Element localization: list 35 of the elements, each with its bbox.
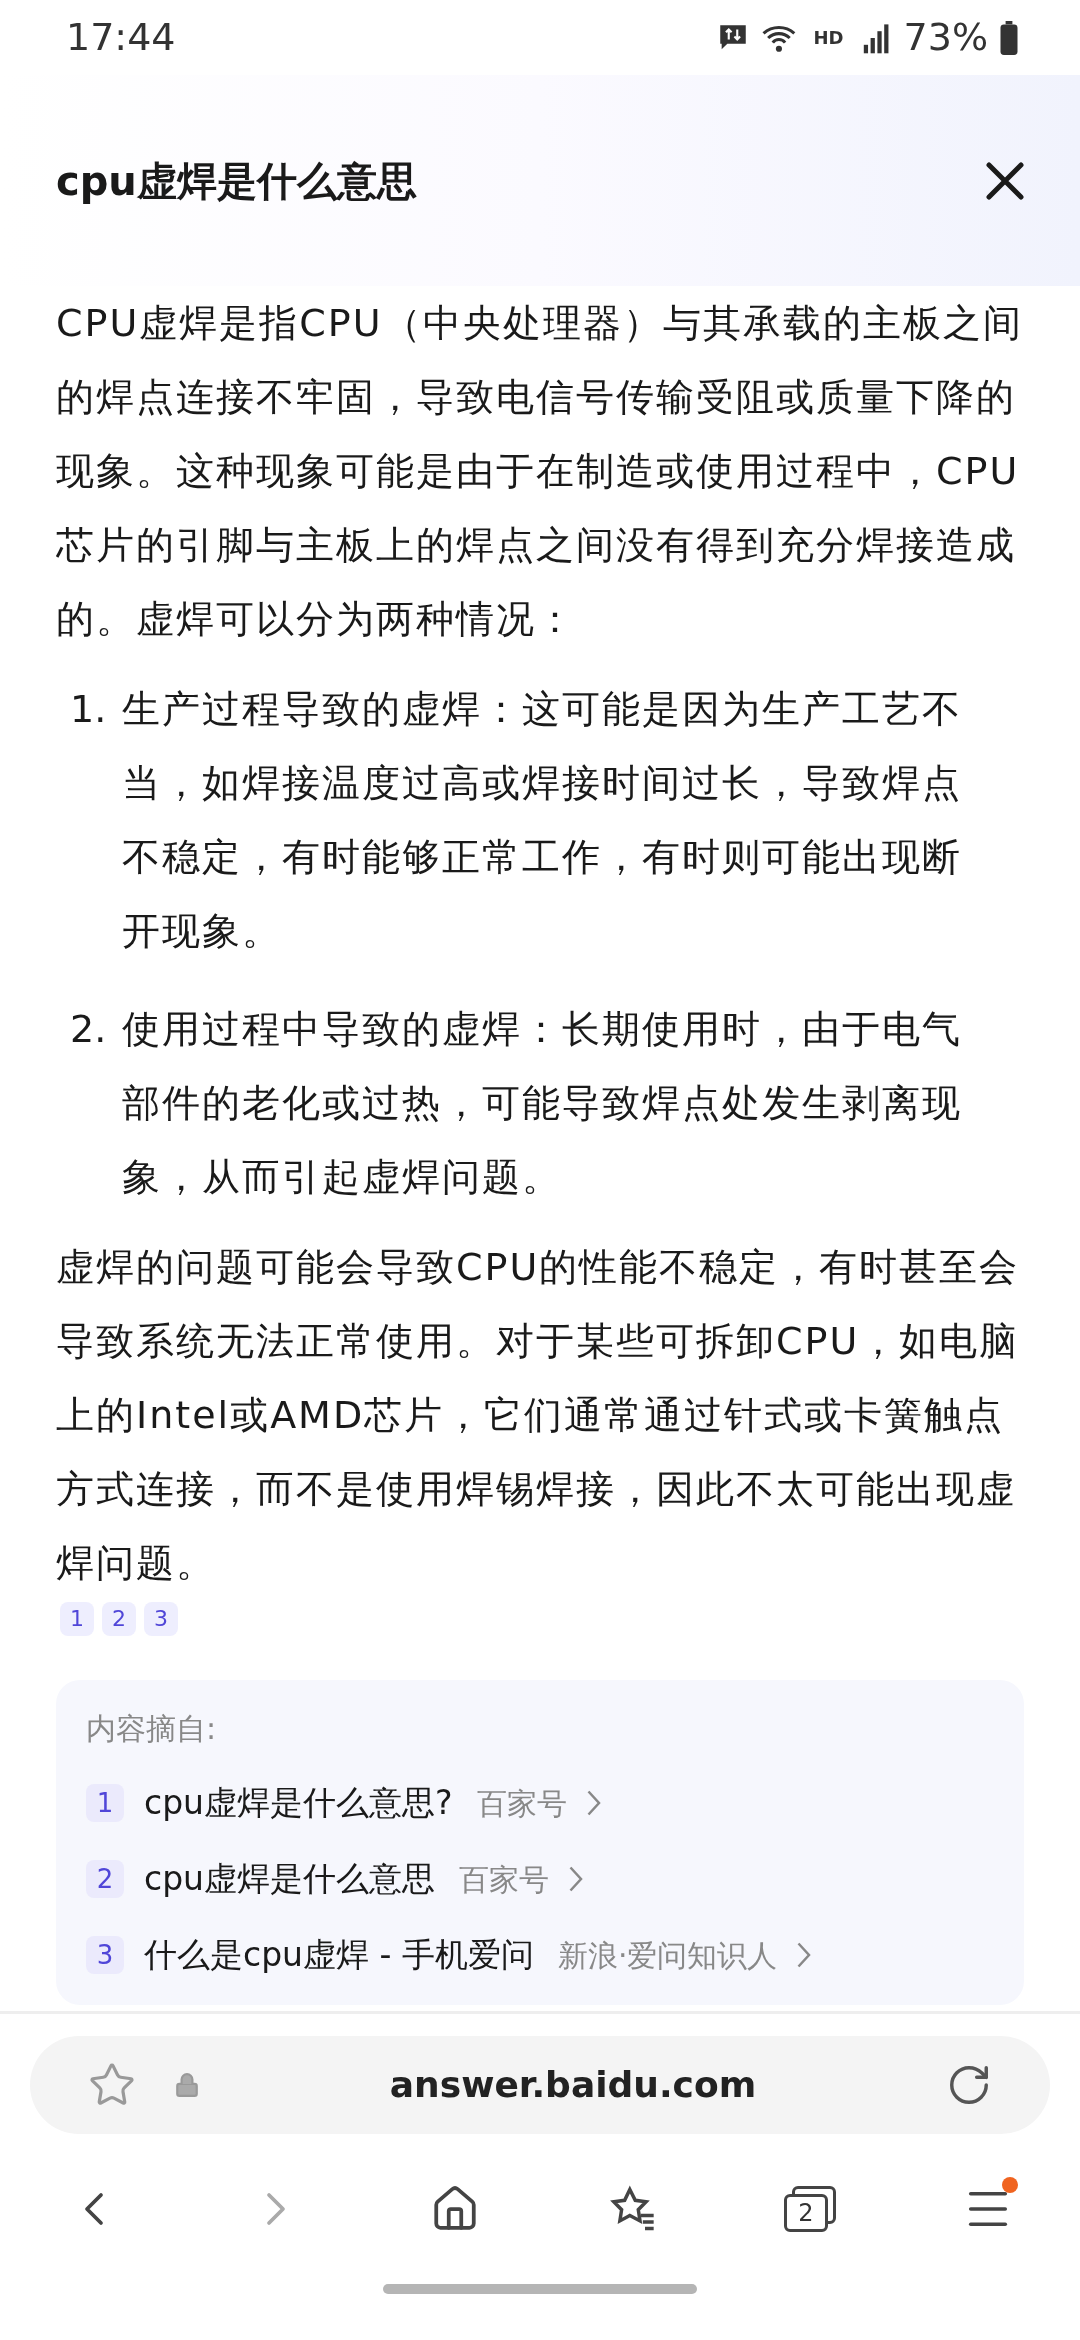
source-site: 百家号 <box>459 1860 549 1899</box>
citation-badge[interactable]: 2 <box>102 1602 136 1636</box>
list-item-text: 生产过程导致的虚焊：这可能是因为生产工艺不当，如焊接温度过高或焊接时间过长，导致焊点不稳定，有时能够正常工作，有时则可能出现断开现象。 <box>122 686 963 955</box>
answer-paragraph: CPU虚焊是指CPU（中央处理器）与其承载的主板之间的焊点连接不牢固，导致电信号传输受阻或质量下降的现象。这种现象可能是由于在制造或使用过程中，CPU芯片的引脚与主板上的焊点之间没有得到充分焊接造成的。虚焊可以分为两种情况： <box>56 300 1024 643</box>
source-number: 2 <box>86 1860 124 1898</box>
chevron-icon <box>797 1942 812 1968</box>
source-number: 3 <box>86 1936 124 1974</box>
url-text: answer.baidu.com <box>388 2063 758 2107</box>
address-bar[interactable]: answer.baidu.com <box>30 2036 1050 2134</box>
chevron-icon <box>586 1790 601 1816</box>
network-label: HD <box>813 26 844 50</box>
source-link[interactable]: 3 什么是cpu虚焊 - 手机爱问 新浪·爱问知识人 <box>86 1917 994 1993</box>
source-site: 新浪·爱问知识人 <box>557 1936 778 1975</box>
source-number: 1 <box>86 1784 124 1822</box>
chevron-icon <box>569 1866 583 1892</box>
sources-heading: 内容摘自: <box>86 1710 218 1748</box>
citation-badge[interactable]: 3 <box>144 1602 178 1636</box>
battery-icon <box>1000 20 1018 55</box>
list-number: 1. <box>69 686 108 733</box>
source-title: 什么是cpu虚焊 - 手机爱问 <box>144 1934 534 1977</box>
source-title: cpu虚焊是什么意思? <box>144 1782 453 1825</box>
answer-paragraph: 虚焊的问题可能会导致CPU的性能不稳定，有时甚至会导致系统无法正常使用。对于某些可拆卸CPU，如电脑上的Intel或AMD芯片，它们通常通过针式或卡簧触点方式连接，而不是使用焊锡焊接，因此不太可能出现虚焊问题。 <box>56 1244 1021 1587</box>
citation-badge[interactable]: 1 <box>60 1602 94 1636</box>
source-link[interactable]: 1 cpu虚焊是什么意思? 百家号 <box>86 1765 994 1841</box>
list-number: 2. <box>69 1006 108 1053</box>
close-icon[interactable] <box>986 161 1024 200</box>
source-link[interactable]: 2 cpu虚焊是什么意思 百家号 <box>86 1841 994 1917</box>
page-title: cpu虚焊是什么意思 <box>56 156 417 206</box>
tab-count: 2 <box>798 2201 814 2225</box>
list-item-text: 使用过程中导致的虚焊：长期使用时，由于电气部件的老化或过热，可能导致焊点处发生剥离现象，从而引起虚焊问题。 <box>122 1006 963 1201</box>
battery-percent: 73% <box>903 14 988 61</box>
source-site: 百家号 <box>476 1784 567 1823</box>
lock-icon <box>174 2072 200 2098</box>
status-time: 17:44 <box>66 14 176 61</box>
source-title: cpu虚焊是什么意思 <box>144 1858 435 1901</box>
